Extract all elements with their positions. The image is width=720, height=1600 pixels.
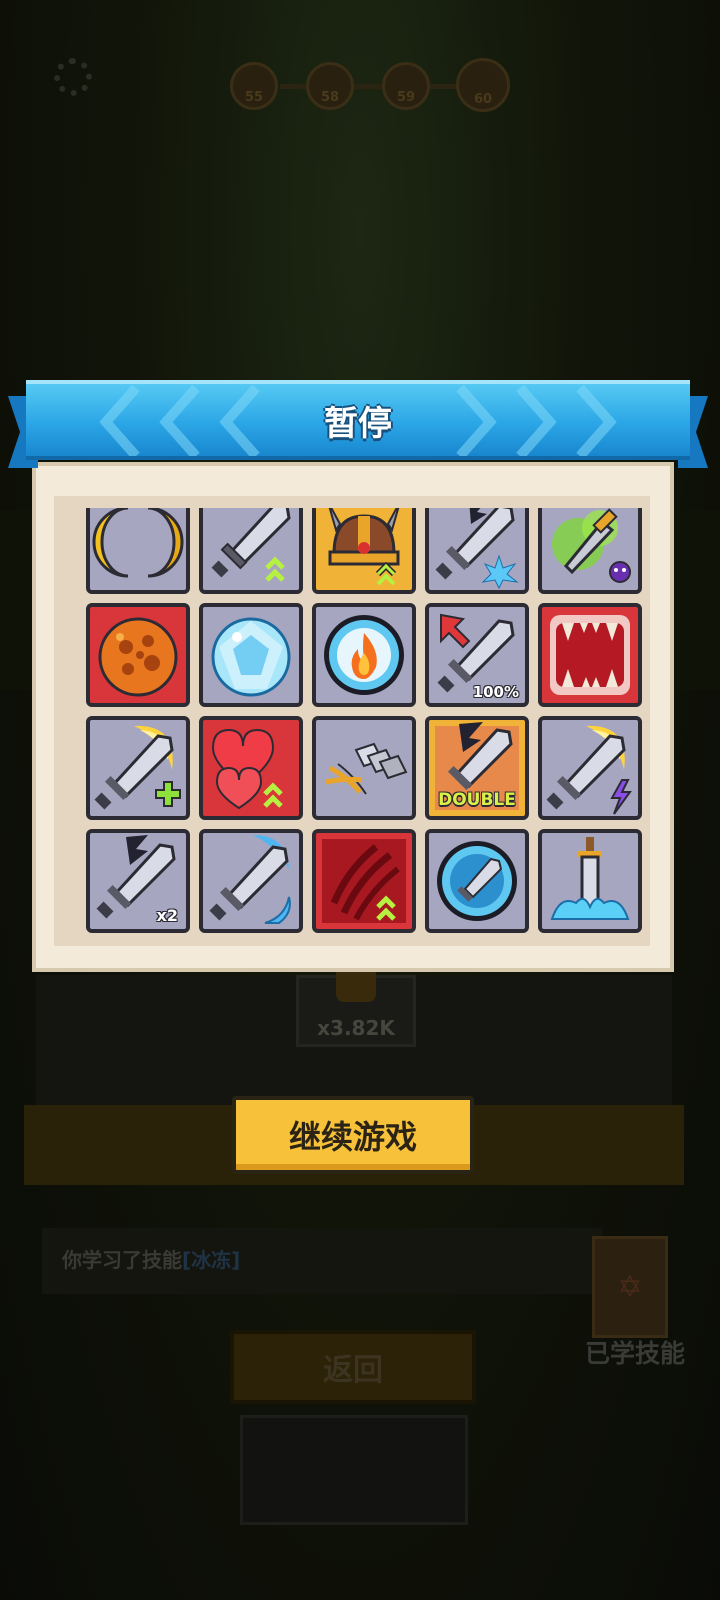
boss-level-node: 60 [456, 58, 510, 112]
skills-grid: 100% DOUBLE x2 [86, 508, 642, 933]
banner-body: 暂停 [26, 380, 690, 460]
crescent-moon-icon [86, 508, 190, 594]
sword-crit-icon: 100% [425, 603, 529, 707]
level-node: 58 [306, 62, 354, 110]
skills-panel: 100% DOUBLE x2 [54, 496, 650, 946]
ice-orb-icon [199, 603, 303, 707]
frost-sword-icon [199, 829, 303, 933]
skills-scroll-area[interactable]: 100% DOUBLE x2 [86, 508, 646, 938]
skill-learned-message: 你学习了技能[冰冻] [42, 1228, 602, 1294]
level-node: 59 [382, 62, 430, 110]
continue-game-button[interactable]: 继续游戏 [232, 1096, 474, 1174]
settings-gear-icon [54, 58, 92, 96]
sword-upgrade-icon [199, 508, 303, 594]
pause-title: 暂停 [324, 403, 392, 444]
shadow-sword-x2-icon: x2 [86, 829, 190, 933]
hearts-upgrade-icon [199, 716, 303, 820]
pause-title-banner: 暂停 [8, 380, 708, 472]
level-node: 55 [230, 62, 278, 110]
poison-dagger-icon [538, 508, 642, 594]
shadow-sword-ice-icon [425, 508, 529, 594]
lava-orb-icon [86, 603, 190, 707]
fire-bubble-icon [312, 603, 416, 707]
double-strike-sword-icon: DOUBLE [425, 716, 529, 820]
back-button: 返回 [230, 1330, 476, 1404]
golden-slash-sword-plus-icon [86, 716, 190, 820]
x2-badge: x2 [156, 906, 178, 925]
viking-helmet-upgrade-icon [312, 508, 416, 594]
learned-skills-label: 已学技能 [584, 1339, 685, 1368]
golden-slash-sword-lightning-icon [538, 716, 642, 820]
sword-splash-icon [538, 829, 642, 933]
crit-badge: 100% [472, 683, 519, 701]
background-card [240, 1415, 468, 1525]
scroll-icon: ✡ [592, 1236, 668, 1338]
sword-bubble-icon [425, 829, 529, 933]
double-badge: DOUBLE [438, 790, 516, 810]
triple-blades-icon [312, 716, 416, 820]
fanged-maw-icon [538, 603, 642, 707]
pause-dialog: 100% DOUBLE x2 [32, 462, 674, 972]
claw-slash-upgrade-icon [312, 829, 416, 933]
